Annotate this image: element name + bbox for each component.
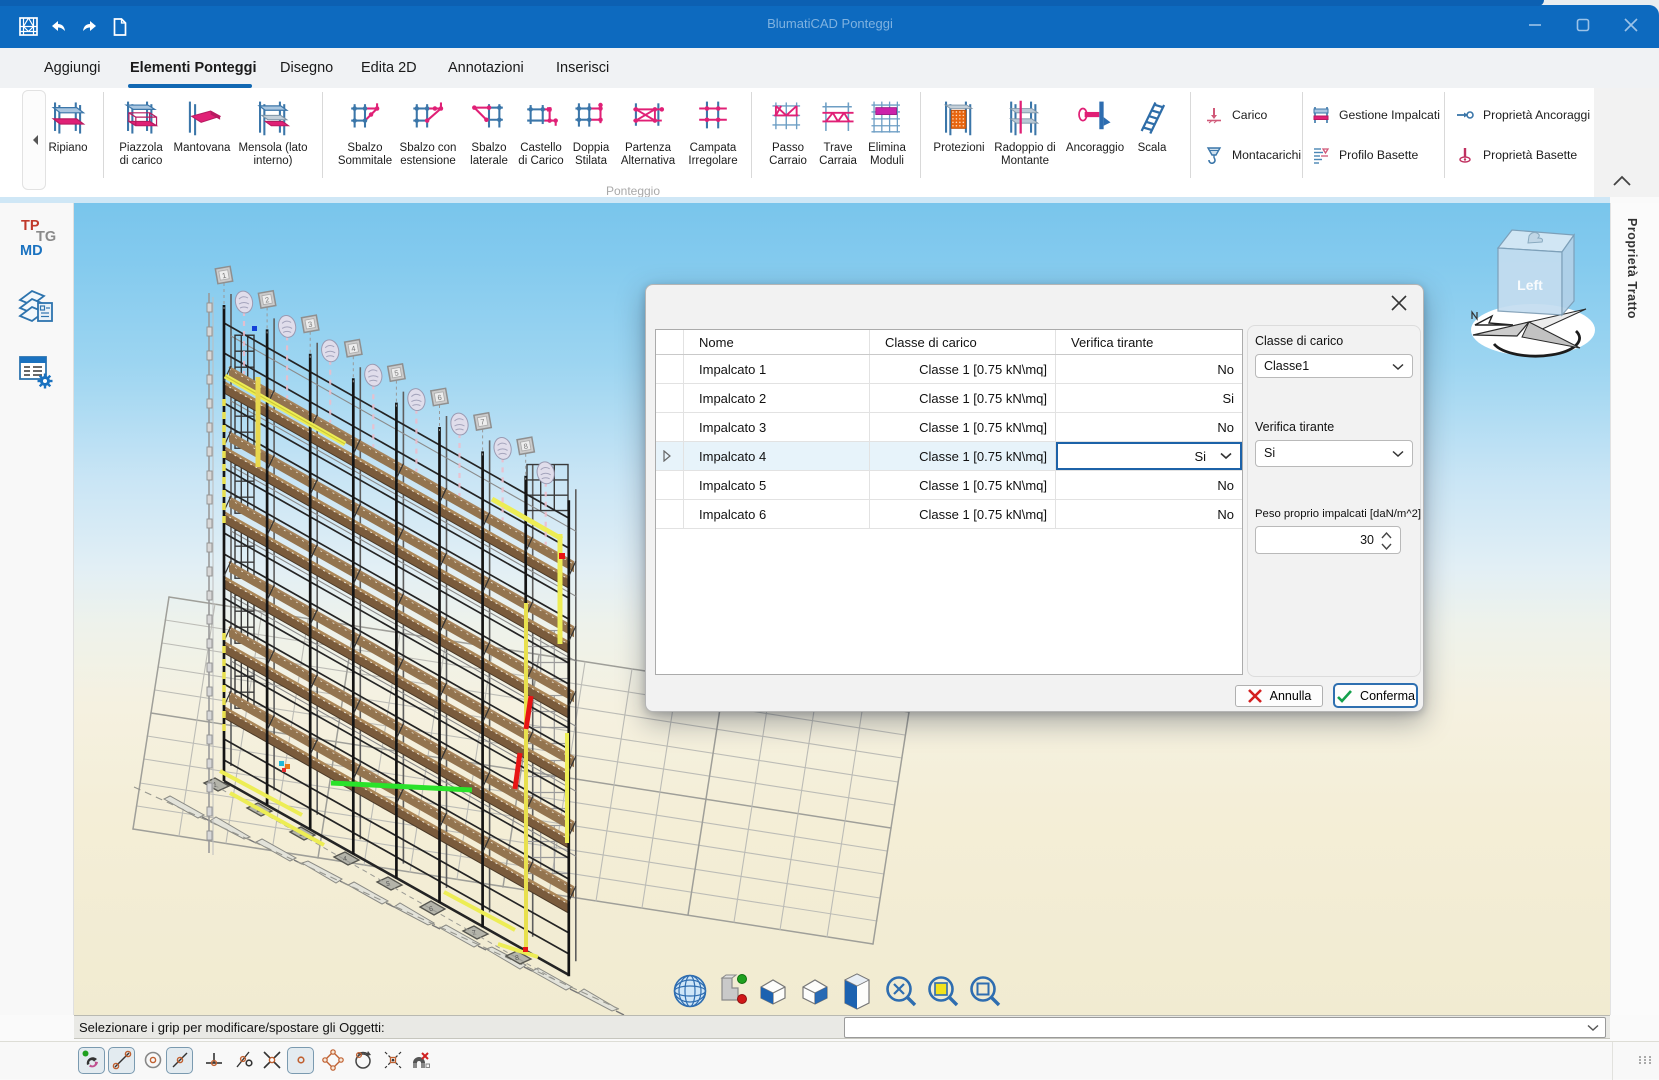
svg-text:Left: Left <box>1517 277 1543 293</box>
